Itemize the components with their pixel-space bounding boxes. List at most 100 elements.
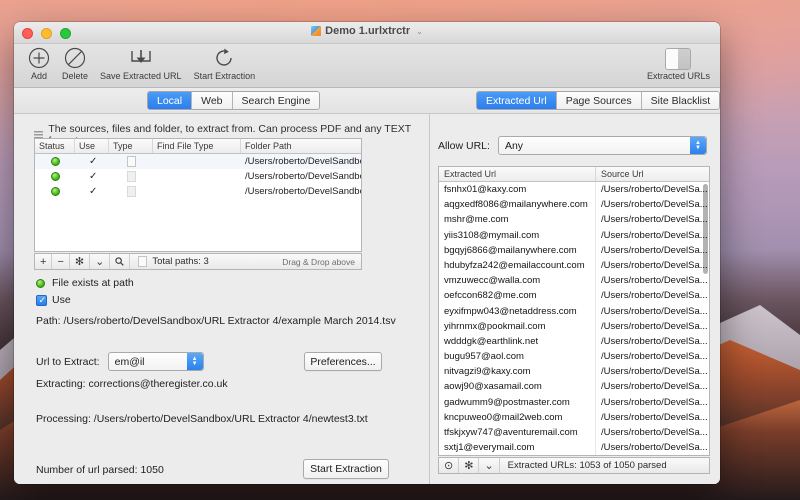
window-titlebar[interactable]: Demo 1.urlxtrctr ⌄ — [14, 22, 720, 44]
table-row[interactable]: aqgxedf8086@mailanywhere.com/Users/rober… — [439, 197, 709, 212]
row-find-file-type — [153, 184, 241, 199]
url-to-extract-label: Url to Extract: — [36, 356, 100, 368]
tab-bar: Local Web Search Engine Extracted Url Pa… — [14, 88, 720, 114]
row-extracted-url: yihrnmx@pookmail.com — [439, 319, 596, 334]
extracted-urls-rows: fsnhx01@kaxy.com/Users/roberto/DevelSa..… — [439, 182, 709, 456]
extracted-urls-table-header: Extracted Url Source Url — [439, 167, 709, 182]
chevron-down-icon[interactable]: ⌄ — [90, 254, 110, 269]
tab-local[interactable]: Local — [148, 92, 192, 109]
row-extracted-url: hdubyfza242@emailaccount.com — [439, 258, 596, 273]
row-status — [35, 184, 75, 199]
use-checkbox-row[interactable]: Use — [36, 294, 71, 306]
toolbar-add-button[interactable]: Add — [22, 46, 56, 81]
table-row[interactable]: kncpuweo0@mail2web.com/Users/roberto/Dev… — [439, 410, 709, 425]
toolbar-save-extracted-url-button[interactable]: Save Extracted URL — [94, 46, 188, 81]
row-extracted-url: sxtj1@everymail.com — [439, 440, 596, 455]
table-row[interactable]: fsnhx01@kaxy.com/Users/roberto/DevelSa..… — [439, 182, 709, 197]
table-row[interactable]: yiis3108@mymail.com/Users/roberto/DevelS… — [439, 228, 709, 243]
table-row[interactable]: bugu957@aol.com/Users/roberto/DevelSa... — [439, 349, 709, 364]
use-checkbox[interactable] — [36, 295, 47, 306]
row-source-url: /Users/roberto/DevelSa... — [596, 258, 709, 273]
header-source-url[interactable]: Source Url — [596, 167, 709, 181]
status-green-icon — [51, 172, 60, 181]
chevron-down-icon[interactable]: ⌄ — [479, 458, 499, 473]
vertical-scrollbar[interactable] — [702, 182, 709, 455]
row-extracted-url: bugu957@aol.com — [439, 349, 596, 364]
toolbar-delete-button[interactable]: Delete — [56, 46, 94, 81]
header-use[interactable]: Use — [75, 139, 109, 153]
file-icon — [138, 256, 147, 267]
scrollbar-thumb[interactable] — [703, 184, 708, 274]
table-row[interactable]: bgqyj6866@mailanywhere.com/Users/roberto… — [439, 243, 709, 258]
row-type — [109, 154, 153, 169]
table-row[interactable]: ✓ /Users/roberto/DevelSandbox/URL Extrac… — [35, 154, 361, 169]
url-to-extract-select[interactable]: em@il ▲▼ — [108, 352, 204, 371]
table-row[interactable]: eyxifmpw043@netaddress.com/Users/roberto… — [439, 304, 709, 319]
row-source-url: /Users/roberto/DevelSa... — [596, 395, 709, 410]
row-use[interactable]: ✓ — [75, 169, 109, 184]
gear-icon[interactable]: ✻ — [70, 254, 90, 269]
row-use[interactable]: ✓ — [75, 184, 109, 199]
left-tab-group[interactable]: Local Web Search Engine — [147, 91, 320, 110]
sources-table-header: Status Use Type Find File Type Folder Pa… — [35, 139, 361, 154]
title-chevron-icon[interactable]: ⌄ — [416, 27, 423, 36]
table-row[interactable]: yihrnmx@pookmail.com/Users/roberto/Devel… — [439, 319, 709, 334]
header-status[interactable]: Status — [35, 139, 75, 153]
tab-extracted-url[interactable]: Extracted Url — [477, 92, 557, 109]
table-row[interactable]: ✓ /Users/roberto/DevelSandbox/URL Extrac… — [35, 184, 361, 199]
remove-path-button[interactable]: − — [52, 254, 69, 269]
extracted-urls-table[interactable]: Extracted Url Source Url fsnhx01@kaxy.co… — [438, 166, 710, 456]
extracted-urls-status: Extracted URLs: 1053 of 1050 parsed — [500, 460, 667, 471]
main-toolbar: Add Delete Save Extracted URL — [14, 44, 720, 88]
search-icon[interactable] — [110, 254, 130, 269]
row-source-url: /Users/roberto/DevelSa... — [596, 288, 709, 303]
toolbar-extracted-urls-toggle[interactable]: Extracted URLs — [647, 48, 710, 81]
toolbar-extracted-urls-label: Extracted URLs — [647, 71, 710, 81]
file-icon — [127, 171, 136, 182]
tab-page-sources[interactable]: Page Sources — [557, 92, 642, 109]
table-row[interactable]: tfskjxyw747@aventuremail.com/Users/rober… — [439, 425, 709, 440]
header-find-file-type[interactable]: Find File Type — [153, 139, 241, 153]
header-type[interactable]: Type — [109, 139, 153, 153]
status-green-icon — [36, 279, 45, 288]
tab-site-blacklist[interactable]: Site Blacklist — [642, 92, 720, 109]
tab-web[interactable]: Web — [192, 92, 232, 109]
tab-search-engine[interactable]: Search Engine — [233, 92, 320, 109]
preferences-button[interactable]: Preferences... — [304, 352, 382, 371]
expand-icon[interactable]: ⊙ — [439, 458, 459, 473]
row-extracted-url: kncpuweo0@mail2web.com — [439, 410, 596, 425]
row-folder-path: /Users/roberto/DevelSandbox/URL Extracto… — [241, 169, 361, 184]
table-row[interactable]: ✓ /Users/roberto/DevelSandbox/URL Extrac… — [35, 169, 361, 184]
row-source-url: /Users/roberto/DevelSa... — [596, 334, 709, 349]
table-row[interactable]: gadwumm9@postmaster.com/Users/roberto/De… — [439, 395, 709, 410]
path-value: /Users/roberto/DevelSandbox/URL Extracto… — [63, 315, 395, 327]
table-row[interactable]: aowj90@xasamail.com/Users/roberto/DevelS… — [439, 379, 709, 394]
row-find-file-type — [153, 154, 241, 169]
table-row[interactable]: hdubyfza242@emailaccount.com/Users/rober… — [439, 258, 709, 273]
row-source-url: /Users/roberto/DevelSa... — [596, 455, 709, 456]
table-row[interactable]: mshr@me.com/Users/roberto/DevelSa... — [439, 212, 709, 227]
file-exists-row: File exists at path — [36, 277, 134, 289]
url-to-extract-value: em@il — [115, 356, 145, 368]
start-extraction-button[interactable]: Start Extraction — [303, 459, 389, 479]
table-row[interactable]: oefccon682@me.com/Users/roberto/DevelSa.… — [439, 288, 709, 303]
toolbar-start-extraction-button[interactable]: Start Extraction — [188, 46, 262, 81]
header-folder-path[interactable]: Folder Path — [241, 139, 361, 153]
table-row[interactable]: nitvagzi9@kaxy.com/Users/roberto/DevelSa… — [439, 364, 709, 379]
row-extracted-url: mshr@me.com — [439, 212, 596, 227]
row-use[interactable]: ✓ — [75, 154, 109, 169]
table-row[interactable]: vmzuwecc@walla.com/Users/roberto/DevelSa… — [439, 273, 709, 288]
toolbar-delete-label: Delete — [62, 71, 88, 81]
table-row[interactable]: wdddgk@earthlink.net/Users/roberto/Devel… — [439, 334, 709, 349]
allow-url-select[interactable]: Any ▲▼ — [498, 136, 707, 155]
gear-icon[interactable]: ✻ — [459, 458, 479, 473]
right-tab-group[interactable]: Extracted Url Page Sources Site Blacklis… — [476, 91, 720, 110]
row-extracted-url: yiis3108@mymail.com — [439, 228, 596, 243]
table-row[interactable]: sxtj1@everymail.com/Users/roberto/DevelS… — [439, 440, 709, 455]
window-body: The sources, files and folder, to extrac… — [14, 114, 720, 484]
document-icon — [311, 26, 321, 36]
header-extracted-url[interactable]: Extracted Url — [439, 167, 596, 181]
sources-table[interactable]: Status Use Type Find File Type Folder Pa… — [34, 138, 362, 252]
add-path-button[interactable]: + — [35, 254, 52, 269]
table-row[interactable]: zyinqwvo4866@vodafone.com/Users/roberto/… — [439, 455, 709, 456]
